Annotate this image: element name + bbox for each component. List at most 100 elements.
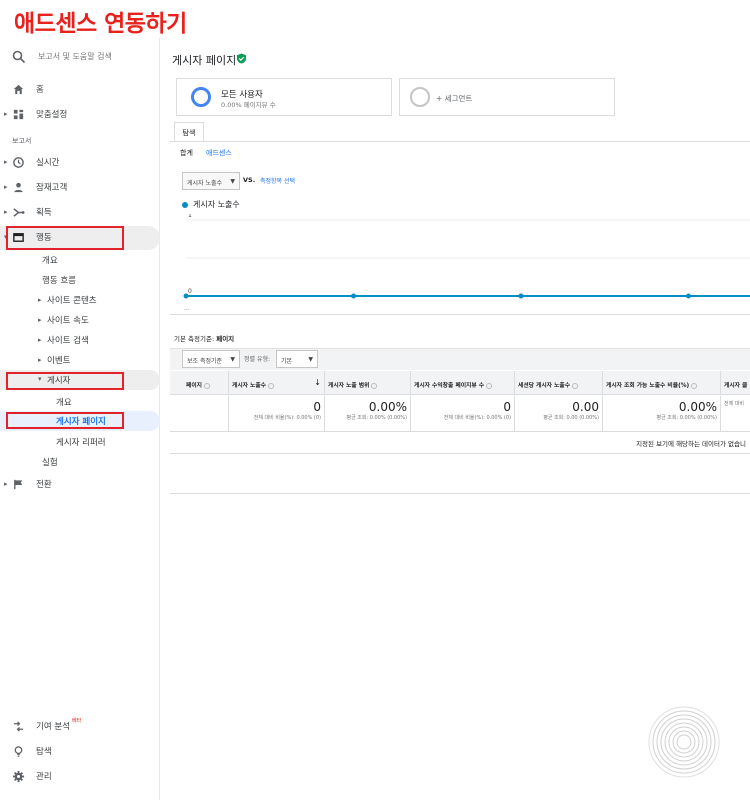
sidebar-item-label: 전환	[36, 480, 52, 490]
table-cell: 0.00% 평균 조회: 0.00% (0.00%)	[602, 396, 720, 432]
gear-icon	[12, 770, 25, 783]
segment-sub: 0.00% 페이지뷰 수	[221, 101, 276, 109]
column-header[interactable]: 게시자 노출 범위	[324, 371, 410, 395]
column-header[interactable]: 게시자 클	[720, 371, 750, 395]
sidebar-item-site-content[interactable]: ▸ 사이트 콘텐츠	[0, 289, 160, 311]
data-point	[351, 293, 356, 299]
dropdown-arrow-icon: ▼	[230, 356, 235, 363]
metric-dropdown[interactable]: 게시자 노출수 ▼	[182, 172, 240, 190]
sidebar-item-conversions[interactable]: ▸ 전환	[0, 473, 160, 495]
banner-title: 애드센스 연동하기	[14, 11, 187, 37]
secondary-dimension-dropdown[interactable]: 보조 측정기준 ▼	[182, 350, 240, 368]
sidebar-item-label: 개요	[56, 398, 72, 408]
sidebar-item-home[interactable]: 홈	[0, 78, 160, 100]
sidebar-item-label: 홈	[36, 85, 44, 95]
line-chart: 1 0...	[183, 214, 750, 312]
home-icon	[13, 84, 24, 95]
caret-right-icon: ▸	[4, 158, 8, 166]
help-icon[interactable]	[268, 382, 275, 389]
dropdown-arrow-icon: ▼	[230, 178, 235, 185]
tutorial-banner: 애드센스 연동하기	[0, 0, 750, 38]
tab-divider	[170, 141, 750, 142]
legend-dot	[182, 202, 188, 208]
search-input[interactable]: 보고서 및 도움말 검색	[38, 51, 112, 62]
sidebar-item-label: 잠재고객	[36, 183, 68, 193]
beta-badge: 베타	[72, 718, 82, 724]
segment-all-users[interactable]: 모든 사용자 0.00% 페이지뷰 수	[176, 78, 392, 116]
subtab-summary[interactable]: 합계	[180, 148, 193, 158]
sort-type-dropdown[interactable]: 기본 ▼	[276, 350, 318, 368]
sidebar-item-attribution[interactable]: 기여 분석 베타	[0, 715, 160, 737]
sidebar-item-admin[interactable]: 관리	[0, 765, 160, 787]
sidebar-item-publisher-overview[interactable]: 개요	[0, 391, 160, 413]
sidebar-item-label: 사이트 검색	[47, 336, 89, 346]
caret-right-icon: ▸	[4, 110, 8, 118]
caret-right-icon: ▸	[38, 336, 42, 344]
sidebar-item-realtime[interactable]: ▸ 실시간	[0, 151, 160, 173]
sidebar-item-events[interactable]: ▸ 이벤트	[0, 349, 160, 371]
column-header-label: 세션당 게시자 노출수	[518, 383, 571, 389]
main-content: 게시자 페이지 모든 사용자 0.00% 페이지뷰 수 + 세그먼트 탐색 합계…	[170, 38, 750, 800]
help-icon[interactable]	[486, 382, 493, 389]
caret-right-icon: ▸	[4, 183, 8, 191]
no-data-message: 지정된 보기에 해당하는 데이터가 없습니	[170, 432, 750, 454]
sidebar-item-customization[interactable]: ▸ 맞춤설정	[0, 103, 160, 125]
sidebar-item-label: 맞춤설정	[36, 110, 68, 120]
sidebar-item-behavior-flow[interactable]: 행동 흐름	[0, 269, 160, 291]
column-header[interactable]: 세션당 게시자 노출수	[514, 371, 602, 395]
legend-label: 게시자 노출수	[193, 200, 240, 209]
sidebar-item-label: 실시간	[36, 158, 60, 168]
select-metric-link[interactable]: 측정항목 선택	[260, 176, 295, 185]
sidebar-item-behavior-overview[interactable]: 개요	[0, 249, 160, 271]
segment-ring-empty-icon	[410, 87, 430, 107]
sidebar-item-label: 사이트 속도	[47, 316, 89, 326]
column-header[interactable]: 게시자 노출수 ↓	[228, 371, 324, 395]
sidebar-item-experiments[interactable]: 실험	[0, 451, 160, 473]
sidebar-item-audience[interactable]: ▸ 잠재고객	[0, 176, 160, 198]
help-icon[interactable]	[204, 382, 210, 389]
caret-right-icon: ▸	[38, 316, 42, 324]
search-box[interactable]: 보고서 및 도움말 검색	[0, 38, 160, 76]
cell-value: 0	[503, 400, 511, 414]
sidebar: 보고서 및 도움말 검색 홈 ▸ 맞춤설정 보고서 ▸ 실시간 ▸ 잠재고객 ▸…	[0, 38, 160, 800]
sort-down-arrow-icon[interactable]: ↓	[314, 378, 321, 387]
help-icon[interactable]	[691, 382, 698, 389]
column-header[interactable]: 게시자 조회 가능 노출수 비율(%)	[602, 371, 720, 395]
page-title: 게시자 페이지	[172, 54, 237, 67]
highlight-box-behavior	[6, 226, 124, 250]
chart-divider	[170, 314, 750, 315]
table-totals-row: 0 전체 대비 비율(%): 0.00% (0) 0.00% 평균 조회: 0.00…	[170, 396, 750, 432]
sidebar-item-site-search[interactable]: ▸ 사이트 검색	[0, 329, 160, 351]
column-header[interactable]: 게시자 수익창출 페이지뷰 수	[410, 371, 514, 395]
help-icon[interactable]	[572, 382, 579, 389]
table-cell: 0 전체 대비 비율(%): 0.00% (0)	[228, 396, 324, 432]
sidebar-item-label: 관리	[36, 772, 52, 782]
tab-explore[interactable]: 탐색	[174, 122, 204, 142]
attribution-icon	[13, 721, 24, 732]
caret-right-icon: ▸	[38, 356, 42, 364]
secondary-dimension-label: 보조 측정기준	[187, 358, 223, 365]
section-label-reports: 보고서	[12, 137, 32, 145]
add-segment-button[interactable]: + 세그먼트	[399, 78, 615, 116]
sidebar-item-publisher-referrers[interactable]: 게시자 리퍼러	[0, 431, 160, 453]
subtab-adsense[interactable]: 애드센스	[206, 148, 232, 158]
sort-type-label: 정렬 유형:	[244, 356, 271, 363]
table-cell	[170, 396, 228, 432]
sidebar-item-discover[interactable]: 탐색	[0, 740, 160, 762]
help-icon[interactable]	[371, 382, 378, 389]
table-header-row: 페이지 게시자 노출수 ↓ 게시자 노출 범위 게시자 수익창출 페이지뷰 수 세…	[170, 371, 750, 395]
x-tick-label: ...	[184, 305, 190, 312]
sidebar-item-acquisition[interactable]: ▸ 획득	[0, 201, 160, 223]
cell-value: 0	[313, 400, 321, 414]
primary-dimension-value[interactable]: 페이지	[216, 335, 234, 343]
cell-note: 전체 대비	[724, 401, 744, 407]
y-tick-label: 1	[188, 214, 192, 219]
sidebar-item-site-speed[interactable]: ▸ 사이트 속도	[0, 309, 160, 331]
cell-note: 평균 조회: 0.00% (0.00%)	[656, 415, 717, 421]
vs-label: VS.	[243, 176, 256, 184]
search-icon	[12, 50, 26, 64]
column-header[interactable]: 페이지	[170, 371, 228, 395]
cell-value: 0.00	[572, 400, 599, 414]
caret-right-icon: ▸	[38, 296, 42, 304]
primary-dimension-label: 기본 측정기준:	[174, 335, 215, 343]
